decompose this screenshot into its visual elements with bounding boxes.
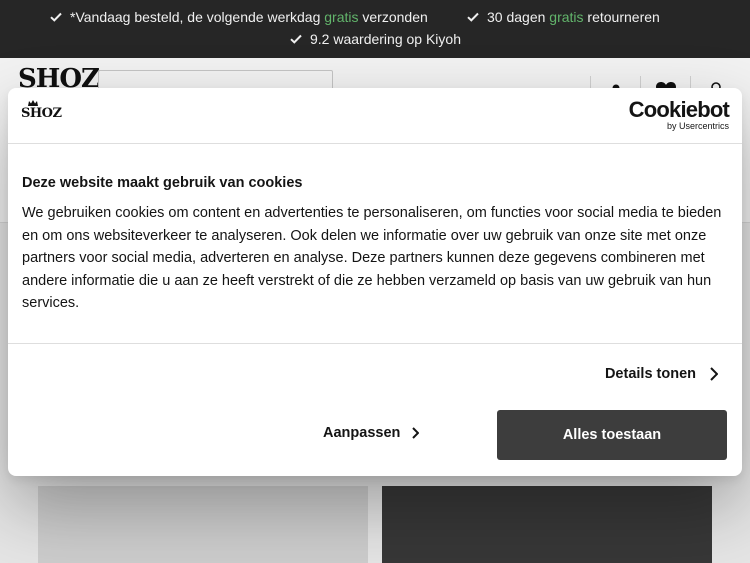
dialog-header: SHOZ Cookiebot by Usercentrics (8, 88, 742, 144)
check-icon (50, 12, 62, 22)
crown-icon (28, 100, 38, 106)
show-details-link[interactable]: Details tonen (605, 366, 718, 382)
dialog-title: Deze website maakt gebruik van cookies (22, 175, 303, 191)
usp-item-rating: 9.2 waardering op Kiyoh (290, 31, 461, 47)
usp-text: *Vandaag besteld, de volgende werkdag gr… (70, 9, 428, 25)
cookie-consent-dialog: SHOZ Cookiebot by Usercentrics Deze webs… (8, 88, 742, 476)
usp-item-returns: 30 dagen gratis retourneren (467, 9, 660, 25)
divider (8, 343, 742, 344)
chevron-right-icon (710, 367, 718, 381)
usp-item-shipping: *Vandaag besteld, de volgende werkdag gr… (50, 9, 428, 25)
usp-text: 30 dagen gratis retourneren (487, 9, 660, 25)
usp-text: 9.2 waardering op Kiyoh (310, 31, 461, 47)
customize-label: Aanpassen (323, 425, 401, 441)
cookiebot-brand-name: Cookiebot (628, 97, 730, 122)
show-details-label: Details tonen (604, 366, 696, 382)
allow-all-button[interactable]: Alles toestaan (497, 410, 727, 460)
check-icon (467, 12, 479, 22)
chevron-right-icon (412, 427, 420, 439)
usp-bar: *Vandaag besteld, de volgende werkdag gr… (0, 0, 750, 58)
dialog-body-text: We gebruiken cookies om content en adver… (22, 205, 722, 311)
check-icon (290, 34, 302, 44)
cookiebot-logo[interactable]: Cookiebot by Usercentrics (628, 97, 730, 132)
dialog-logo: SHOZ (21, 100, 62, 121)
customize-button[interactable]: Aanpassen (323, 425, 420, 441)
